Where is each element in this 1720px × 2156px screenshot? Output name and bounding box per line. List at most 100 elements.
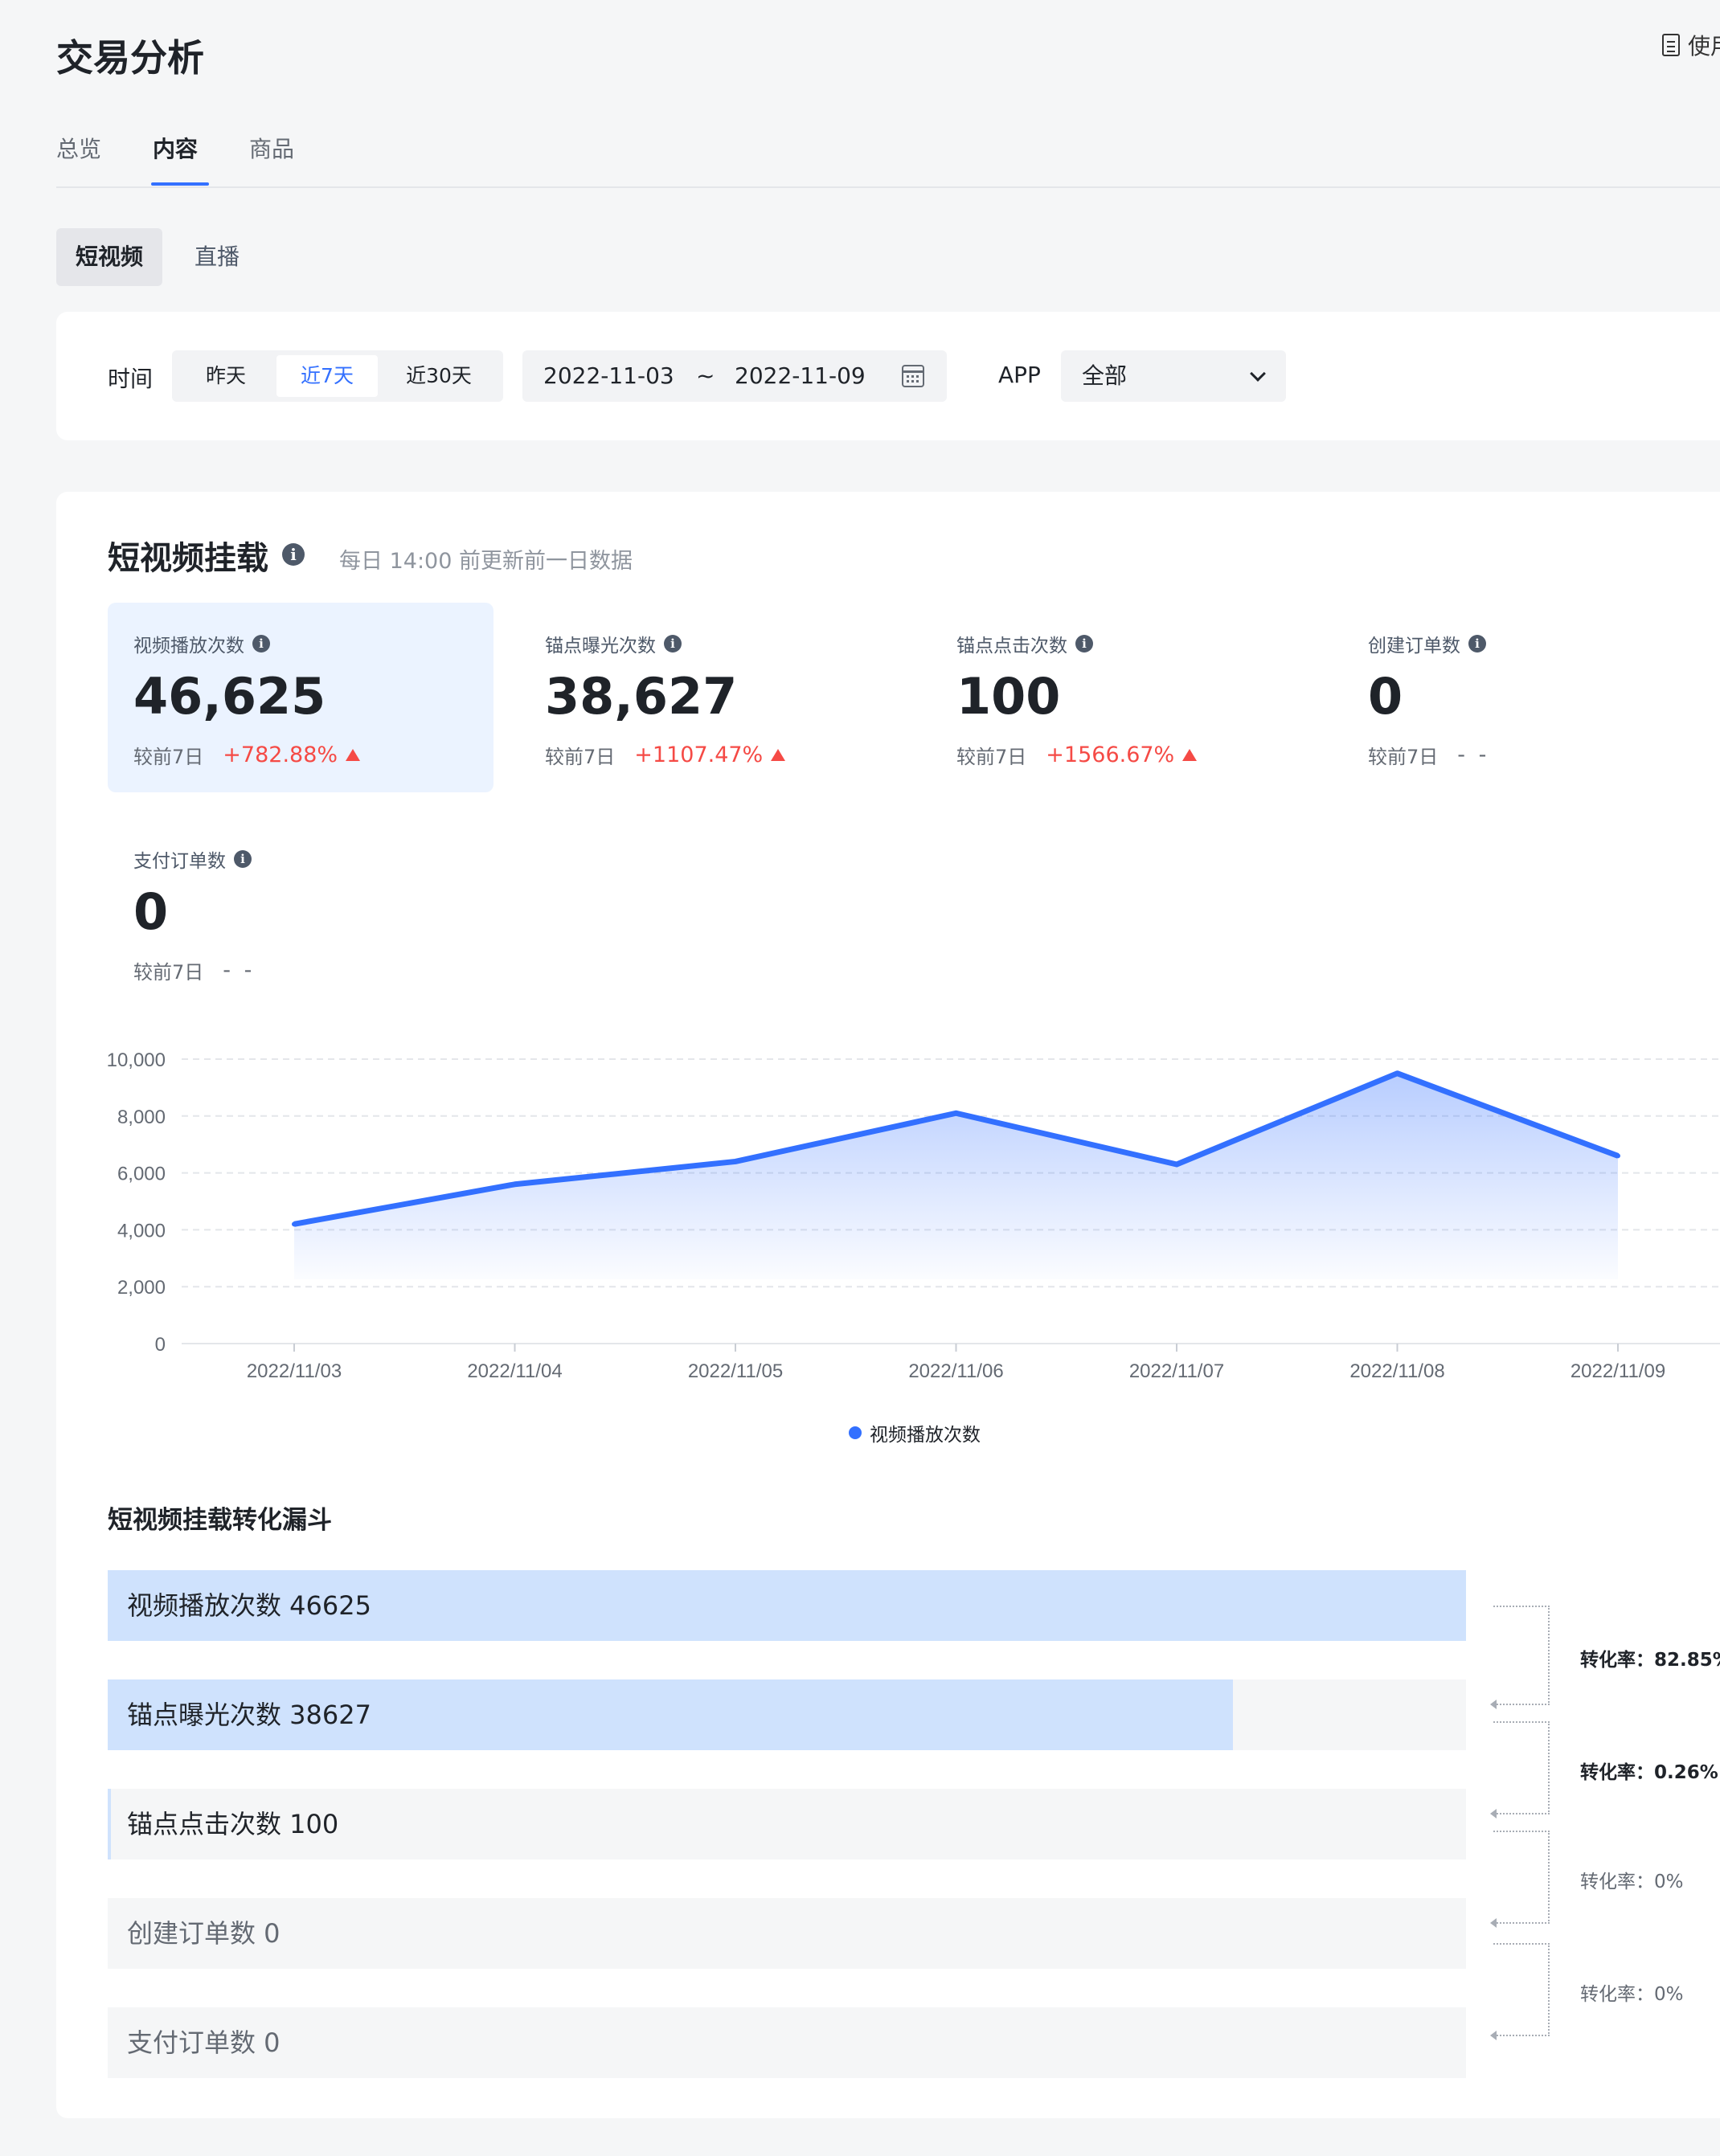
subtab-live[interactable]: 直播 bbox=[175, 228, 259, 286]
funnel-step-label: 锚点点击次数 100 bbox=[127, 1809, 339, 1839]
funnel-step[interactable]: 锚点曝光次数 38627 bbox=[108, 1679, 1466, 1750]
data-point[interactable] bbox=[1616, 1153, 1620, 1159]
time-option-yesterday[interactable]: 昨天 bbox=[177, 355, 275, 397]
metric-value: 38,627 bbox=[545, 667, 738, 726]
x-tick-label: 2022/11/06 bbox=[908, 1360, 1003, 1382]
data-point[interactable] bbox=[1174, 1161, 1179, 1167]
metric-label: 视频播放次数 bbox=[133, 636, 244, 657]
funnel-bar bbox=[108, 1789, 111, 1859]
data-point[interactable] bbox=[1394, 1070, 1400, 1076]
conversion-bracket bbox=[1490, 1721, 1550, 1818]
active-tab-indicator bbox=[151, 182, 209, 186]
conversion-rate: 转化率：82.85% bbox=[1580, 1650, 1720, 1671]
calendar-icon[interactable] bbox=[902, 365, 924, 387]
time-range-segmented: 昨天 近7天 近30天 bbox=[172, 350, 503, 402]
metric-video-plays[interactable]: 视频播放次数 i 46,625 较前7日 +782.88% bbox=[108, 603, 493, 792]
metric-compare-label: 较前7日 bbox=[545, 746, 616, 768]
video-plays-chart[interactable]: 0 2,000 4,000 6,000 8,000 10,000 2022/11/03 202… bbox=[0, 1029, 1720, 1398]
funnel-step-label: 支付订单数 0 bbox=[127, 2027, 281, 2058]
time-option-7days[interactable]: 近7天 bbox=[276, 355, 378, 397]
metric-label: 创建订单数 bbox=[1368, 636, 1460, 657]
conversion-bracket bbox=[1490, 1943, 1550, 2040]
data-point[interactable] bbox=[512, 1181, 518, 1187]
data-point[interactable] bbox=[733, 1159, 738, 1164]
date-end: 2022-11-09 bbox=[735, 362, 866, 389]
y-tick-label: 2,000 bbox=[117, 1277, 166, 1299]
metric-change: +1566.67% bbox=[1046, 743, 1175, 767]
funnel-step[interactable]: 创建订单数 0 bbox=[108, 1898, 1466, 1969]
tab-overview[interactable]: 总览 bbox=[56, 132, 101, 164]
conversion-rate: 转化率：0.26% bbox=[1580, 1762, 1718, 1783]
x-tick-label: 2022/11/08 bbox=[1349, 1360, 1444, 1382]
tab-content[interactable]: 内容 bbox=[153, 132, 198, 164]
series-area bbox=[294, 1073, 1618, 1279]
metric-anchor-impressions[interactable]: 锚点曝光次数 i 38,627 较前7日 +1107.47% bbox=[519, 603, 905, 792]
time-label: 时间 bbox=[108, 366, 154, 392]
y-tick-label: 0 bbox=[155, 1334, 166, 1356]
y-tick-label: 6,000 bbox=[117, 1164, 166, 1185]
metric-compare-label: 较前7日 bbox=[956, 746, 1027, 768]
metric-compare-label: 较前7日 bbox=[1368, 746, 1439, 768]
conversion-bracket bbox=[1490, 1606, 1550, 1709]
metric-orders-paid[interactable]: 支付订单数 i 0 较前7日 - - bbox=[108, 818, 493, 1008]
chart-legend[interactable]: 视频播放次数 bbox=[849, 1419, 981, 1446]
conversion-rate: 转化率：0% bbox=[1580, 1984, 1684, 2005]
x-tick-label: 2022/11/07 bbox=[1129, 1360, 1224, 1382]
metric-orders-created[interactable]: 创建订单数 i 0 较前7日 - - bbox=[1342, 603, 1720, 792]
funnel-step[interactable]: 视频播放次数 46625 bbox=[108, 1570, 1466, 1641]
trend-up-icon bbox=[1182, 749, 1198, 761]
update-note: 每日 14:00 前更新前一日数据 bbox=[339, 549, 633, 574]
x-tick-label: 2022/11/05 bbox=[688, 1360, 783, 1382]
metric-value: 0 bbox=[1368, 667, 1403, 726]
x-tick-label: 2022/11/04 bbox=[467, 1360, 562, 1382]
date-start: 2022-11-03 bbox=[543, 362, 674, 389]
date-separator: ~ bbox=[696, 362, 715, 389]
trend-up-icon bbox=[346, 749, 361, 761]
metric-value: 0 bbox=[133, 882, 169, 941]
funnel-step-label: 视频播放次数 46625 bbox=[127, 1590, 371, 1621]
date-range-picker[interactable]: 2022-11-03 ~ 2022-11-09 bbox=[522, 350, 947, 402]
metric-label: 支付订单数 bbox=[133, 851, 226, 872]
data-point[interactable] bbox=[292, 1221, 297, 1227]
funnel-step-label: 锚点曝光次数 38627 bbox=[127, 1700, 371, 1730]
time-option-30days[interactable]: 近30天 bbox=[379, 355, 498, 397]
metric-anchor-clicks[interactable]: 锚点点击次数 i 100 较前7日 +1566.67% bbox=[931, 603, 1317, 792]
metric-change: +1107.47% bbox=[634, 743, 764, 767]
funnel-step[interactable]: 支付订单数 0 bbox=[108, 2007, 1466, 2078]
chevron-down-icon bbox=[1250, 366, 1266, 382]
main-tabs: 总览 内容 商品 bbox=[56, 0, 1720, 188]
metric-compare-label: 较前7日 bbox=[133, 746, 204, 768]
legend-dot bbox=[849, 1426, 862, 1439]
info-icon[interactable]: i bbox=[282, 543, 305, 566]
y-tick-label: 8,000 bbox=[117, 1107, 166, 1128]
funnel-step-label: 创建订单数 0 bbox=[127, 1918, 281, 1949]
tab-products[interactable]: 商品 bbox=[249, 132, 294, 164]
app-select-value: 全部 bbox=[1082, 362, 1128, 389]
y-tick-label: 10,000 bbox=[107, 1049, 166, 1071]
info-icon[interactable]: i bbox=[252, 635, 270, 653]
metric-compare-label: 较前7日 bbox=[133, 961, 204, 984]
subtab-short-video[interactable]: 短视频 bbox=[56, 228, 163, 286]
funnel-step[interactable]: 锚点点击次数 100 bbox=[108, 1789, 1466, 1859]
metric-change: +782.88% bbox=[223, 743, 338, 767]
x-tick-label: 2022/11/09 bbox=[1571, 1360, 1665, 1382]
metric-value: 46,625 bbox=[133, 667, 326, 726]
app-label: APP bbox=[998, 362, 1041, 388]
metric-value: 100 bbox=[956, 667, 1061, 726]
x-tick-label: 2022/11/03 bbox=[247, 1360, 342, 1382]
info-icon[interactable]: i bbox=[664, 635, 682, 653]
metric-change: - - bbox=[223, 958, 256, 983]
info-icon[interactable]: i bbox=[234, 850, 252, 868]
metric-change: - - bbox=[1457, 743, 1490, 767]
funnel-title: 短视频挂载转化漏斗 bbox=[108, 1506, 332, 1535]
info-icon[interactable]: i bbox=[1468, 635, 1486, 653]
section-title: 短视频挂载 bbox=[108, 540, 268, 577]
conversion-rate: 转化率：0% bbox=[1580, 1872, 1684, 1892]
app-select[interactable]: 全部 bbox=[1061, 350, 1286, 402]
legend-label: 视频播放次数 bbox=[870, 1425, 981, 1446]
info-icon[interactable]: i bbox=[1075, 635, 1093, 653]
tabs-divider bbox=[56, 186, 1720, 188]
y-tick-label: 4,000 bbox=[117, 1220, 166, 1242]
metric-label: 锚点点击次数 bbox=[956, 636, 1067, 657]
data-point[interactable] bbox=[953, 1111, 959, 1116]
